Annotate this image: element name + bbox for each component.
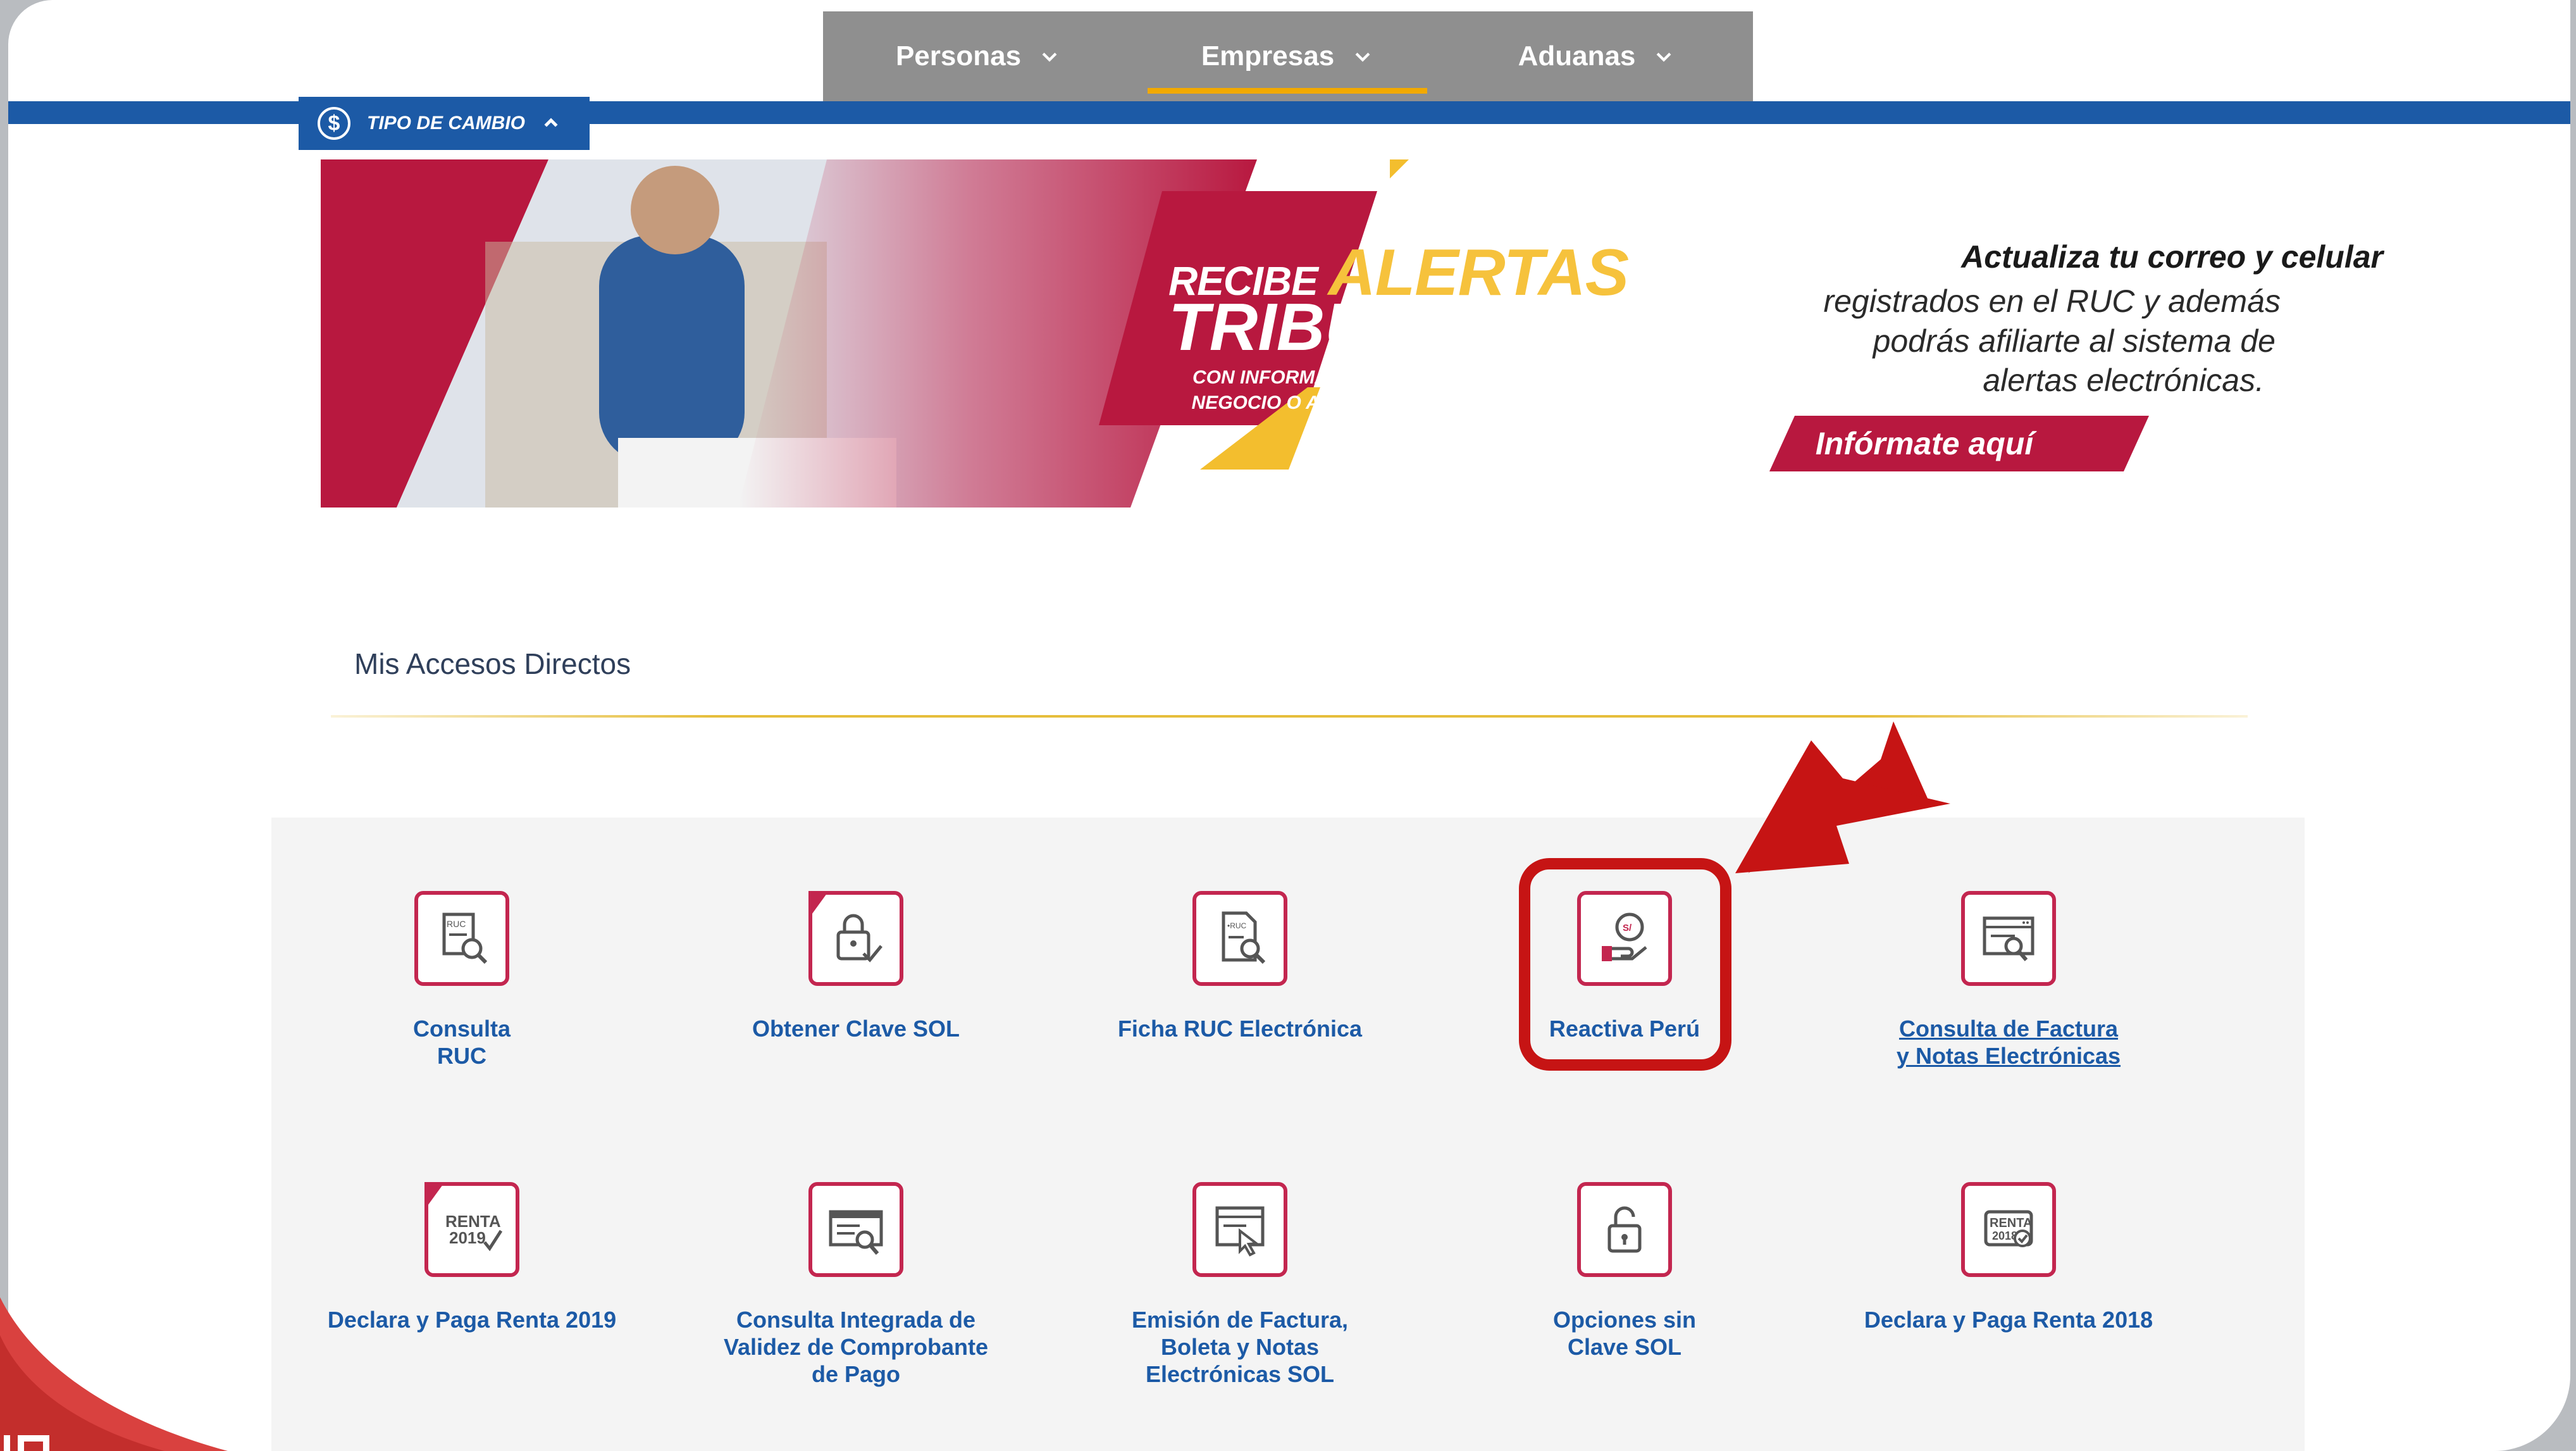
informate-aqui-button[interactable]: Infórmate aquí — [1769, 416, 2149, 471]
red-arrow-icon — [1735, 721, 1950, 873]
corner-decoration — [0, 1297, 228, 1451]
tab-label: Aduanas — [1518, 40, 1636, 72]
section-divider — [331, 715, 2248, 718]
svg-text:2018: 2018 — [1992, 1230, 2017, 1242]
chevron-down-icon — [1355, 53, 1370, 62]
tile-obtener-clave-sol[interactable]: Obtener Clave SOL — [698, 891, 1014, 1042]
banner-subtitle: CON INFORMACIÓN CLAVE PARA TU NEGOCIO O … — [1191, 367, 1533, 413]
corner-logo — [4, 1435, 49, 1451]
tile-label: Declara y Paga Renta 2019 — [327, 1307, 617, 1333]
tab-personas[interactable]: Personas — [823, 11, 1133, 101]
tile-declara-renta-2018[interactable]: RENTA 2018 Declara y Paga Renta 2018 — [1850, 1182, 2167, 1333]
tile-emision-factura[interactable]: Emisión de Factura, Boleta y Notas Elect… — [1082, 1182, 1398, 1388]
tab-aduanas[interactable]: Aduanas — [1440, 11, 1753, 101]
open-lock-icon — [1577, 1182, 1672, 1277]
banner-side-text: podrás afiliarte al sistema de — [1873, 323, 2276, 359]
tab-empresas[interactable]: Empresas — [1130, 11, 1444, 101]
renta-2018-icon: RENTA 2018 — [1961, 1182, 2056, 1277]
ruc-search-icon: RUC — [414, 891, 509, 986]
tipo-de-cambio-label: TIPO DE CAMBIO — [367, 113, 526, 134]
tile-ficha-ruc[interactable]: •RUC Ficha RUC Electrónica — [1082, 891, 1398, 1042]
lock-document-icon — [808, 891, 903, 986]
tile-label: Opciones sin Clave SOL — [1552, 1307, 1697, 1360]
tile-label: Obtener Clave SOL — [752, 1016, 960, 1042]
invoice-search-icon — [1961, 891, 2056, 986]
renta-2019-icon: RENTA 2019 — [424, 1182, 519, 1277]
tile-label: Ficha RUC Electrónica — [1117, 1016, 1363, 1042]
receipt-search-icon — [808, 1182, 903, 1277]
svg-text:•RUC: •RUC — [1227, 921, 1247, 930]
banner-side-title: Actualiza tu correo y celular — [1961, 239, 2383, 275]
tile-label: Consulta Integrada de Validez de Comprob… — [723, 1307, 989, 1387]
section-title: Mis Accesos Directos — [354, 647, 631, 680]
chevron-down-icon — [1042, 53, 1057, 62]
tipo-de-cambio-toggle[interactable]: $ TIPO DE CAMBIO — [299, 97, 590, 150]
window-cursor-icon — [1192, 1182, 1287, 1277]
tab-label: Personas — [895, 40, 1022, 72]
svg-text:2019: 2019 — [449, 1228, 486, 1247]
tile-consulta-integrada[interactable]: Consulta Integrada de Validez de Comprob… — [698, 1182, 1014, 1388]
highlight-box — [1519, 858, 1731, 1071]
svg-text:RUC: RUC — [447, 919, 466, 929]
banner-side-text: alertas electrónicas. — [1983, 363, 2264, 398]
tab-label: Empresas — [1201, 40, 1335, 72]
tile-opciones-sin-clave[interactable]: Opciones sin Clave SOL — [1466, 1182, 1783, 1361]
chevron-down-icon — [1656, 53, 1671, 62]
alertas-banner[interactable]: RECIBE ALERTAS TRIBUTARIAS CON INFORMACI… — [321, 159, 2383, 508]
tile-consulta-factura[interactable]: Consulta de Factura y Notas Electrónicas — [1850, 891, 2167, 1069]
ruc-file-icon: •RUC — [1192, 891, 1287, 986]
tile-label: Consulta de Factura y Notas Electrónicas — [1896, 1016, 2121, 1069]
tile-declara-renta-2019[interactable]: RENTA 2019 Declara y Paga Renta 2019 — [314, 1182, 630, 1333]
banner-side-text: registrados en el RUC y además — [1823, 283, 2281, 319]
tile-label: Emisión de Factura, Boleta y Notas Elect… — [1131, 1307, 1349, 1387]
svg-text:RENTA: RENTA — [1990, 1216, 2032, 1230]
tile-label: Consulta RUC — [412, 1016, 511, 1069]
tile-label: Declara y Paga Renta 2018 — [1864, 1307, 2153, 1333]
dollar-circle-icon: $ — [318, 107, 350, 140]
banner-headline-tributarias: TRIBUTARIAS — [1168, 290, 1618, 364]
tile-consulta-ruc[interactable]: RUC Consulta RUC — [304, 891, 620, 1069]
browser-page: Personas Empresas Aduanas $ TIPO DE CAMB… — [8, 0, 2570, 1451]
chevron-up-icon — [544, 118, 558, 127]
